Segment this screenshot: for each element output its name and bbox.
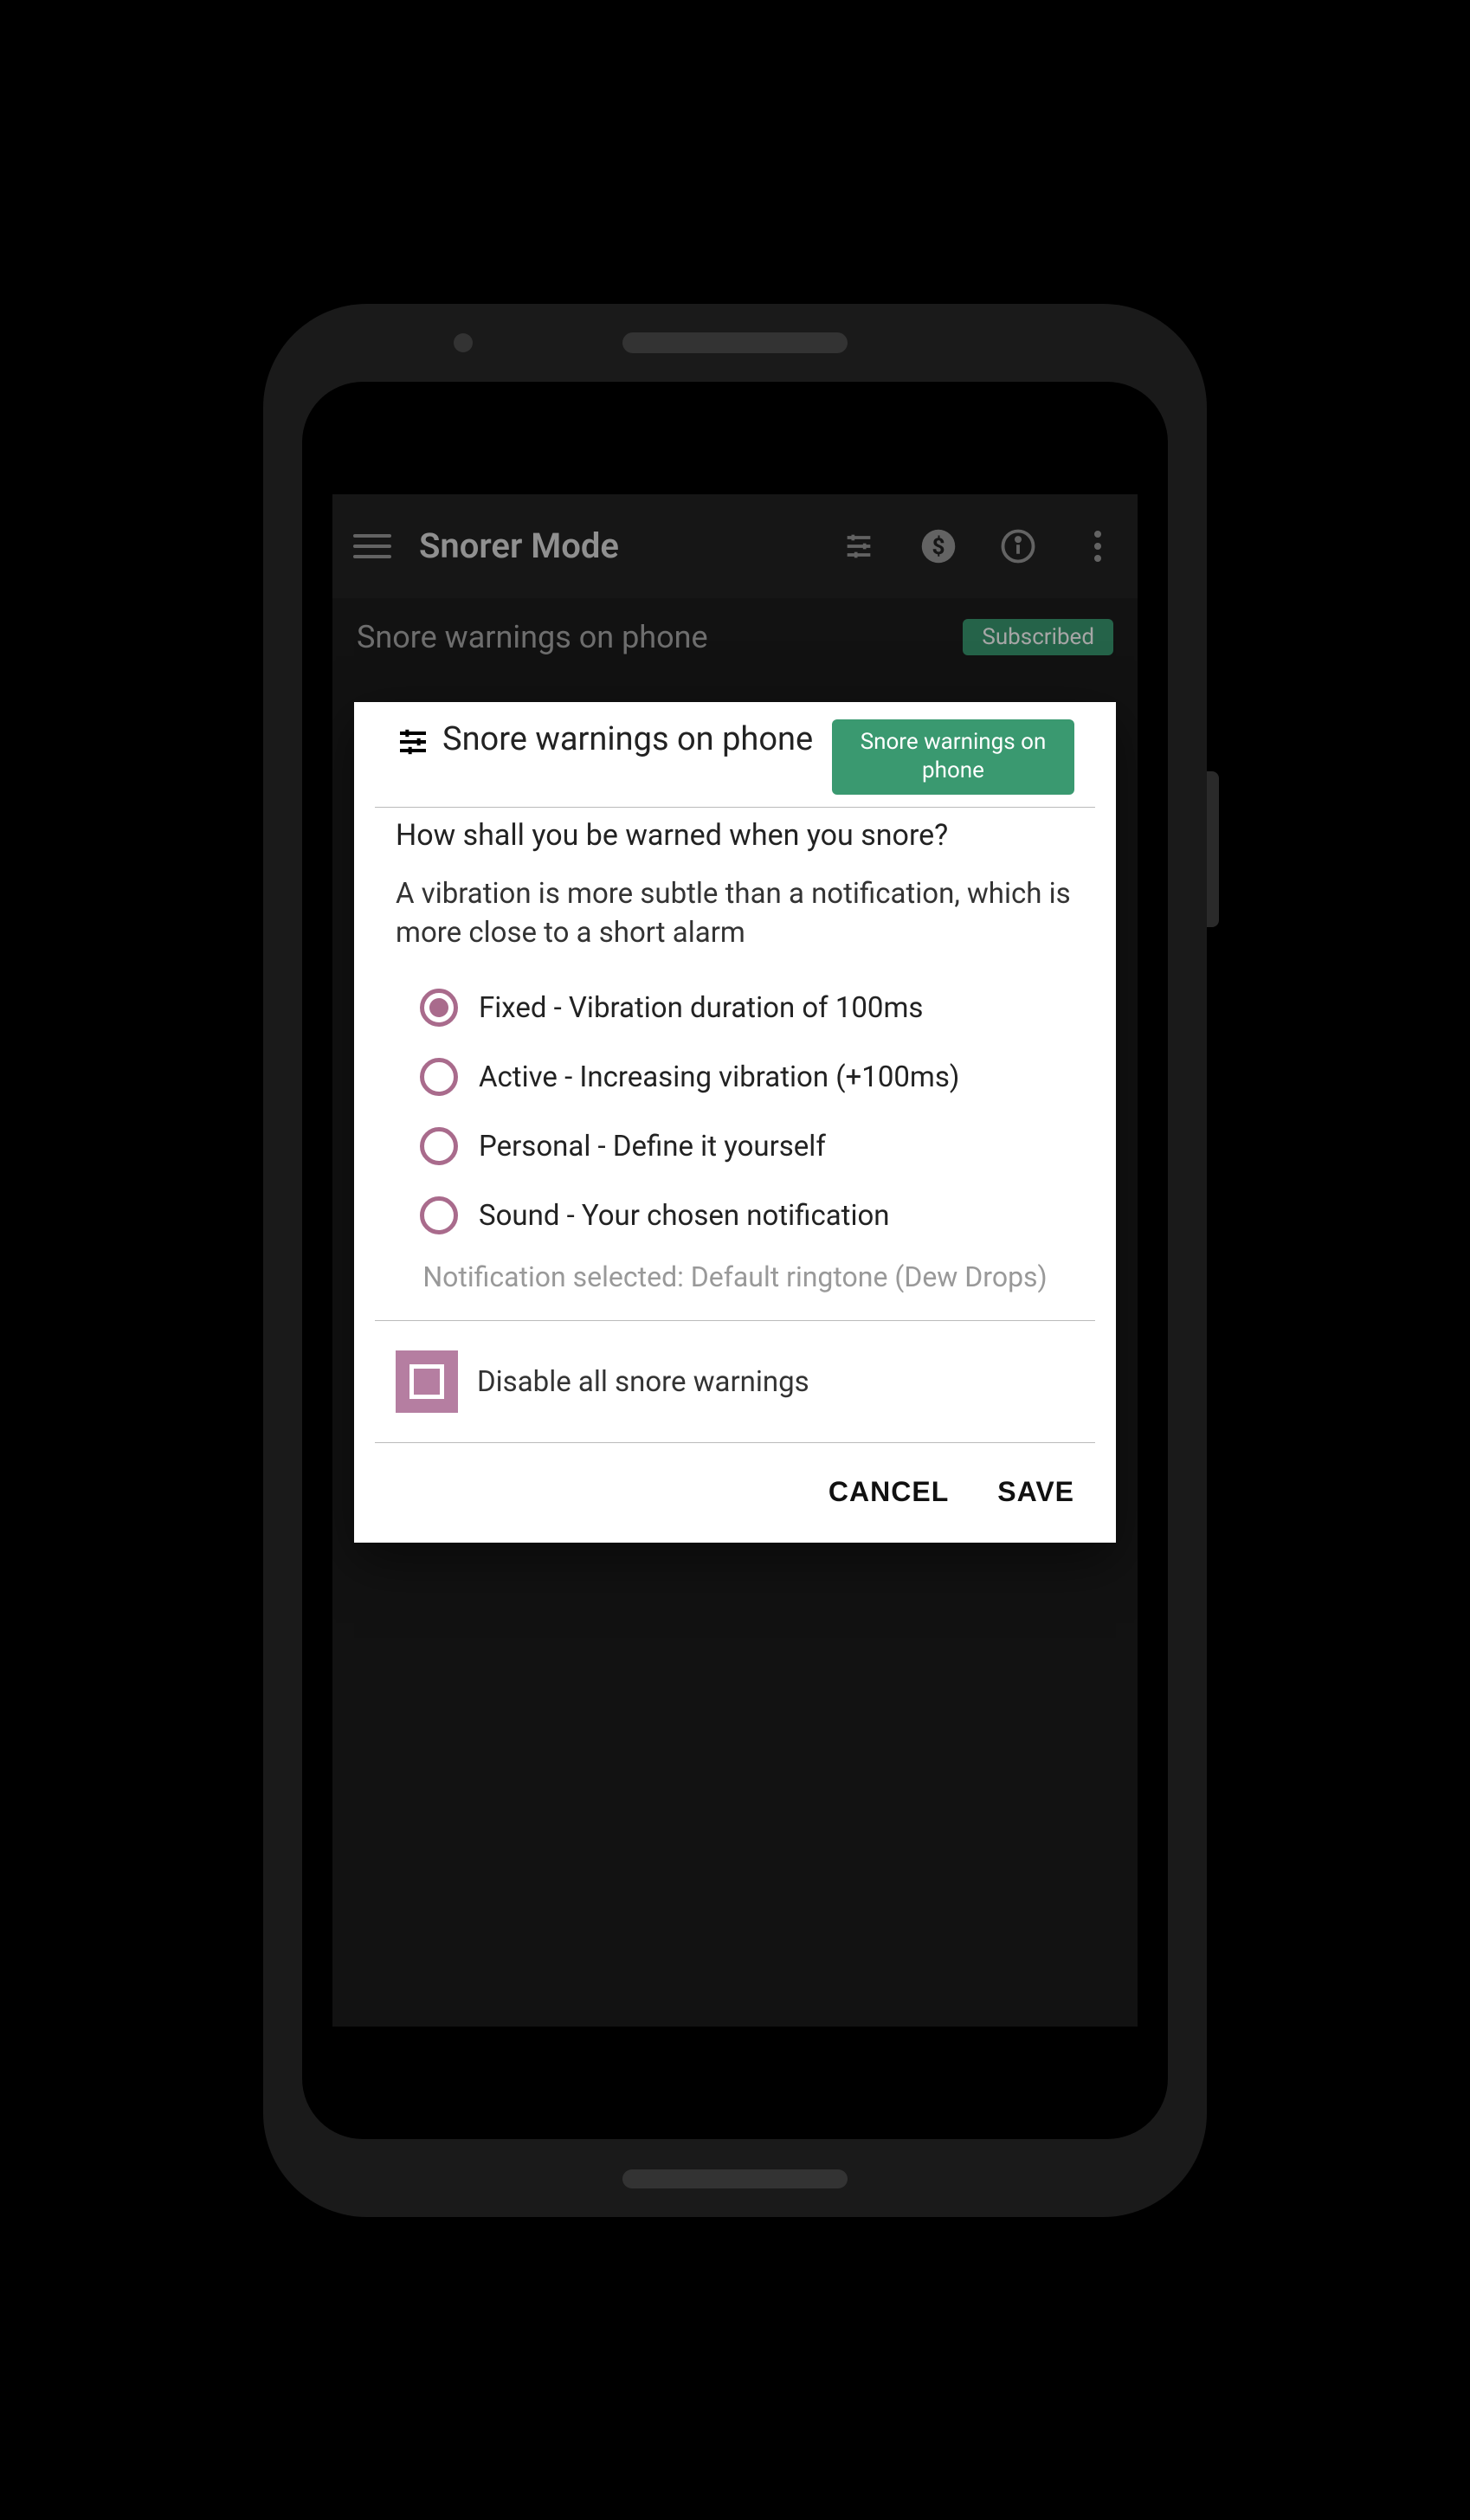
dialog-actions: CANCEL SAVE [354, 1443, 1116, 1525]
radio-label: Fixed - Vibration duration of 100ms [479, 991, 923, 1025]
checkbox-label: Disable all snore warnings [477, 1365, 809, 1399]
radio-icon [420, 1058, 458, 1096]
save-button[interactable]: SAVE [997, 1476, 1074, 1508]
modal-overlay: Snore warnings on phone Snore warnings o… [332, 494, 1138, 2027]
dialog-description: A vibration is more subtle than a notifi… [396, 875, 1074, 952]
phone-side-button [1207, 771, 1219, 927]
phone-bottom-speaker [622, 2169, 848, 2188]
dialog-title: Snore warnings on phone [442, 719, 820, 761]
radio-option-fixed[interactable]: Fixed - Vibration duration of 100ms [420, 973, 1074, 1042]
dialog-context-badge[interactable]: Snore warnings on phone [832, 719, 1074, 796]
cancel-button[interactable]: CANCEL [828, 1476, 949, 1508]
tune-icon [396, 725, 430, 763]
radio-icon [420, 1127, 458, 1165]
dialog-header: Snore warnings on phone Snore warnings o… [375, 702, 1095, 809]
disable-warnings-row[interactable]: Disable all snore warnings [354, 1321, 1116, 1442]
radio-group: Fixed - Vibration duration of 100ms Acti… [396, 973, 1074, 1250]
radio-option-sound[interactable]: Sound - Your chosen notification [420, 1181, 1074, 1250]
phone-frame: Snorer Mode $ [263, 304, 1207, 2217]
radio-label: Personal - Define it yourself [479, 1130, 826, 1163]
app-screen: Snorer Mode $ [332, 494, 1138, 2027]
radio-label: Sound - Your chosen notification [479, 1199, 890, 1233]
dialog-question: How shall you be warned when you snore? [396, 818, 1074, 853]
radio-icon [420, 1196, 458, 1234]
dialog-body: How shall you be warned when you snore? … [354, 808, 1116, 1296]
radio-option-personal[interactable]: Personal - Define it yourself [420, 1112, 1074, 1181]
phone-camera [454, 333, 473, 352]
phone-speaker [622, 332, 848, 353]
dialog: Snore warnings on phone Snore warnings o… [354, 702, 1116, 1544]
phone-inner: Snorer Mode $ [302, 382, 1168, 2139]
radio-icon [420, 989, 458, 1027]
radio-label: Active - Increasing vibration (+100ms) [479, 1060, 959, 1094]
checkbox-icon [396, 1350, 458, 1413]
notification-note: Notification selected: Default ringtone … [396, 1259, 1074, 1296]
radio-option-active[interactable]: Active - Increasing vibration (+100ms) [420, 1042, 1074, 1112]
